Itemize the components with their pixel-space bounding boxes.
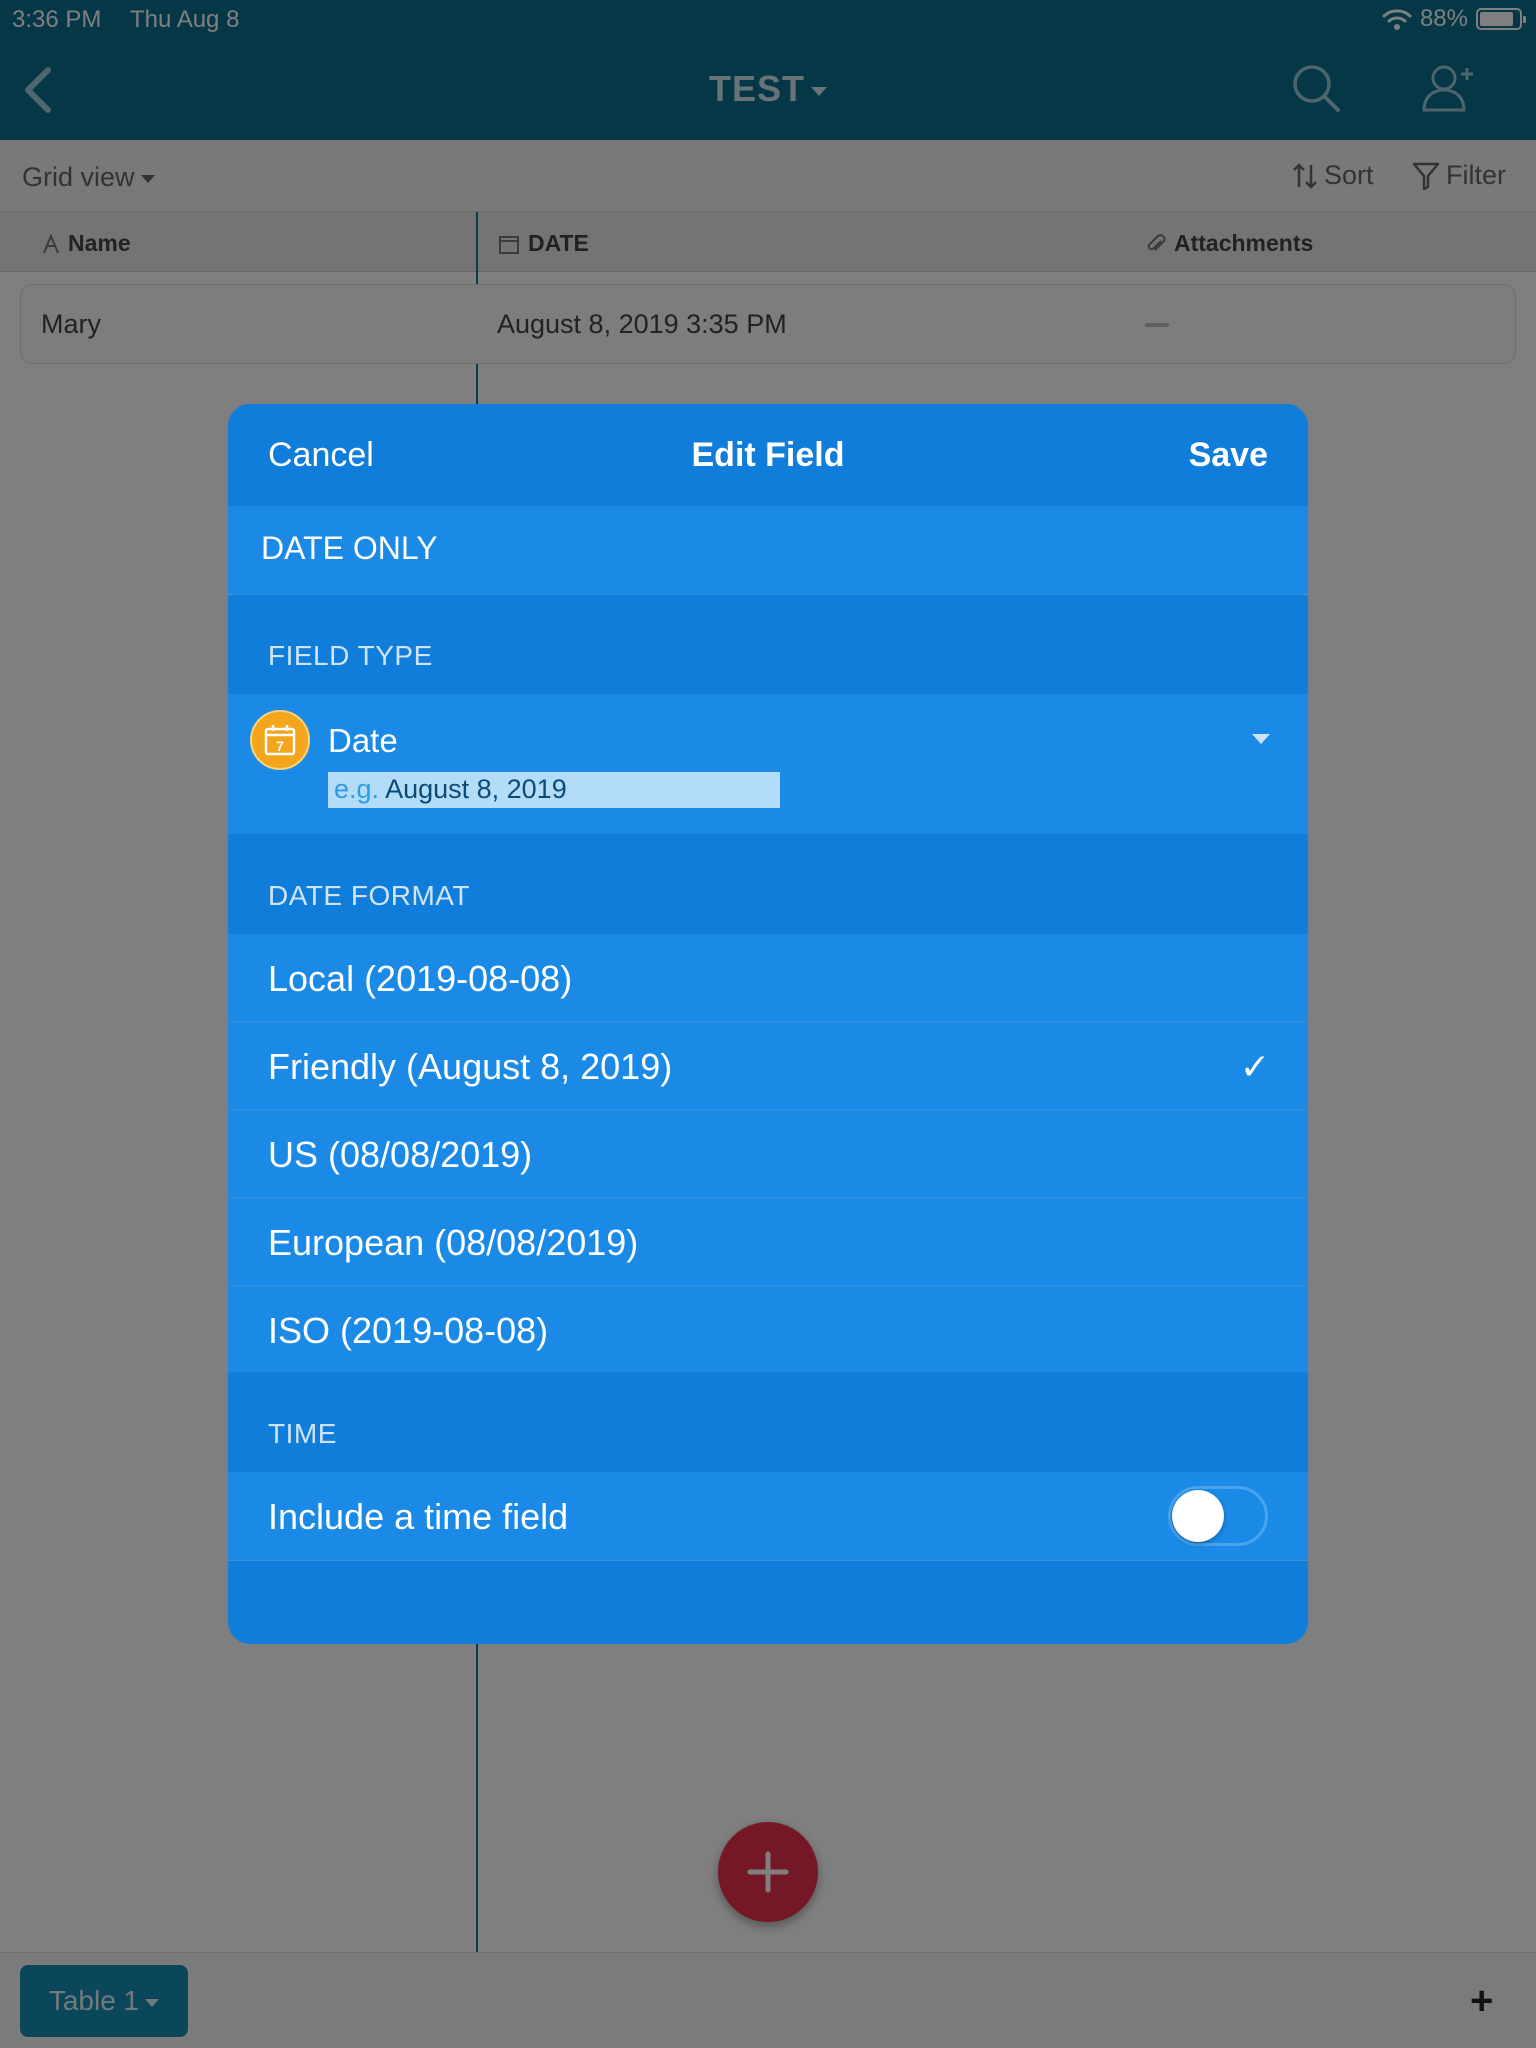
example-prefix: e.g. (334, 774, 380, 804)
include-time-row[interactable]: Include a time field (228, 1472, 1308, 1560)
date-format-option[interactable]: Friendly (August 8, 2019) ✓ (228, 1022, 1308, 1110)
modal-title: Edit Field (691, 436, 845, 474)
checkmark-icon: ✓ (1239, 1046, 1270, 1087)
field-type-name: Date (328, 722, 398, 759)
edit-field-modal: Cancel Edit Field Save DATE ONLY FIELD T… (228, 404, 1308, 1644)
save-button[interactable]: Save (1189, 436, 1268, 475)
modal-header: Cancel Edit Field Save (228, 404, 1308, 506)
date-format-option[interactable]: European (08/08/2019) (228, 1198, 1308, 1286)
include-time-toggle[interactable] (1168, 1486, 1268, 1546)
field-type-caret-icon[interactable] (1252, 734, 1270, 744)
date-format-option-label: Friendly (August 8, 2019) (268, 1046, 673, 1087)
svg-text:7: 7 (276, 738, 284, 754)
date-format-label: DATE FORMAT (268, 880, 471, 911)
format-example: e.g. August 8, 2019 (328, 772, 780, 808)
date-format-option[interactable]: ISO (2019-08-08) (228, 1286, 1308, 1374)
date-format-option[interactable]: US (08/08/2019) (228, 1110, 1308, 1198)
divider (228, 1560, 1308, 1561)
field-type-selector[interactable]: 7 Date e.g. August 8, 2019 (228, 694, 1308, 834)
time-section (228, 1372, 1308, 1472)
field-name-input[interactable]: DATE ONLY (228, 506, 1308, 594)
field-type-label: FIELD TYPE (268, 640, 433, 671)
date-field-type-icon: 7 (250, 710, 310, 770)
date-format-option-label: US (08/08/2019) (268, 1134, 533, 1175)
date-format-option-label: ISO (2019-08-08) (268, 1310, 549, 1351)
time-label: TIME (268, 1418, 337, 1449)
toggle-knob (1172, 1490, 1224, 1542)
date-format-option[interactable]: Local (2019-08-08) (228, 934, 1308, 1022)
example-value: August 8, 2019 (385, 774, 567, 804)
date-format-option-label: Local (2019-08-08) (268, 958, 573, 999)
include-time-label: Include a time field (268, 1496, 569, 1537)
date-format-option-label: European (08/08/2019) (268, 1222, 639, 1263)
